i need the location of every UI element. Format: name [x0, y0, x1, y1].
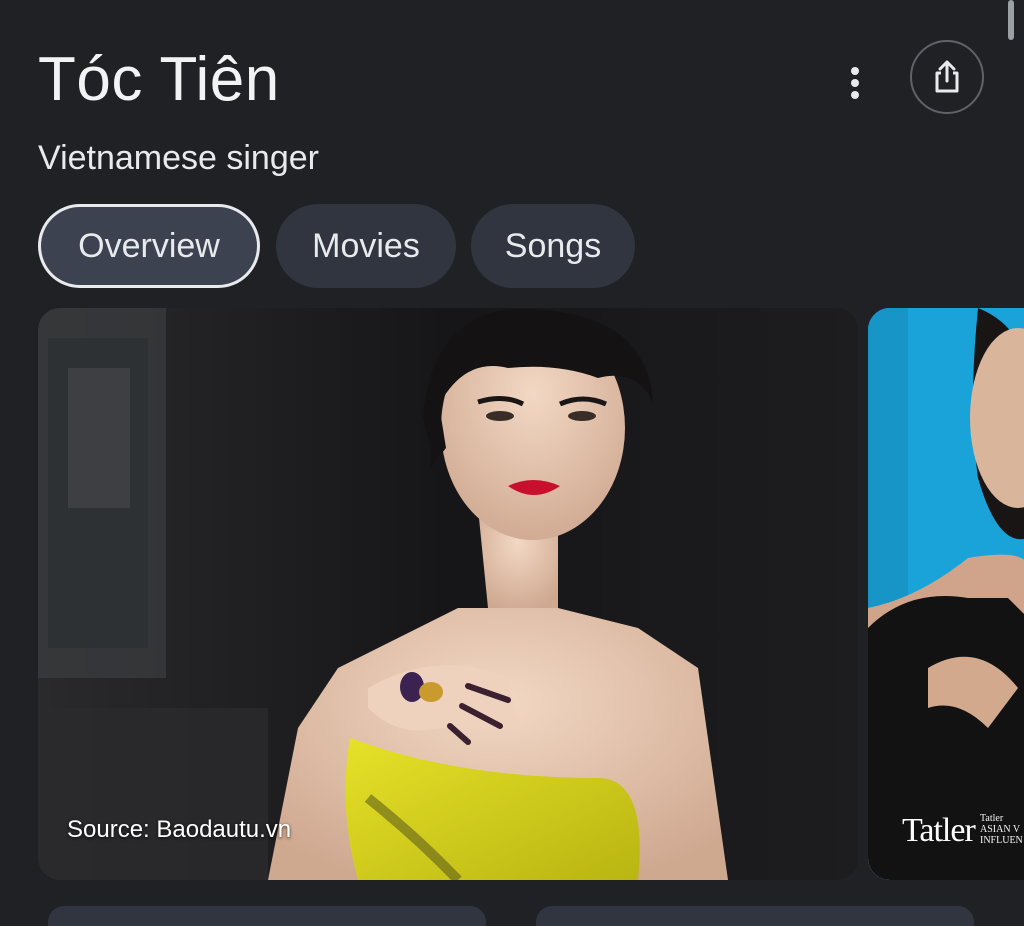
share-icon [935, 60, 959, 93]
tab-overview[interactable]: Overview [38, 204, 260, 288]
magazine-cover-photo [868, 308, 1024, 880]
entity-title: Tóc Tiên [38, 45, 280, 114]
next-card-left[interactable] [48, 906, 486, 926]
next-card-right[interactable] [536, 906, 974, 926]
more-options-button[interactable] [830, 58, 880, 108]
tab-songs[interactable]: Songs [471, 204, 635, 288]
singer-photo [38, 308, 858, 880]
more-vert-icon [851, 67, 859, 99]
entity-subtitle: Vietnamese singer [38, 139, 319, 177]
share-button[interactable] [910, 40, 984, 114]
magazine-caption-line1: Tatler [980, 813, 1004, 824]
magazine-caption: Tatler ASIAN V INFLUEN [980, 813, 1023, 846]
tab-songs-label: Songs [504, 226, 602, 265]
scroll-indicator[interactable] [1008, 0, 1014, 40]
main-photo[interactable]: Source: Baodautu.vn [38, 308, 858, 880]
magazine-logo: Tatler [902, 812, 976, 849]
magazine-caption-line3: INFLUEN [980, 835, 1023, 846]
image-source-caption: Source: Baodautu.vn [67, 816, 292, 843]
magazine-caption-line2: ASIAN V [980, 824, 1021, 835]
tab-movies[interactable]: Movies [276, 204, 456, 288]
tab-overview-label: Overview [78, 226, 220, 265]
secondary-photo[interactable]: Tatler Tatler ASIAN V INFLUEN [868, 308, 1024, 880]
tab-movies-label: Movies [312, 226, 420, 265]
